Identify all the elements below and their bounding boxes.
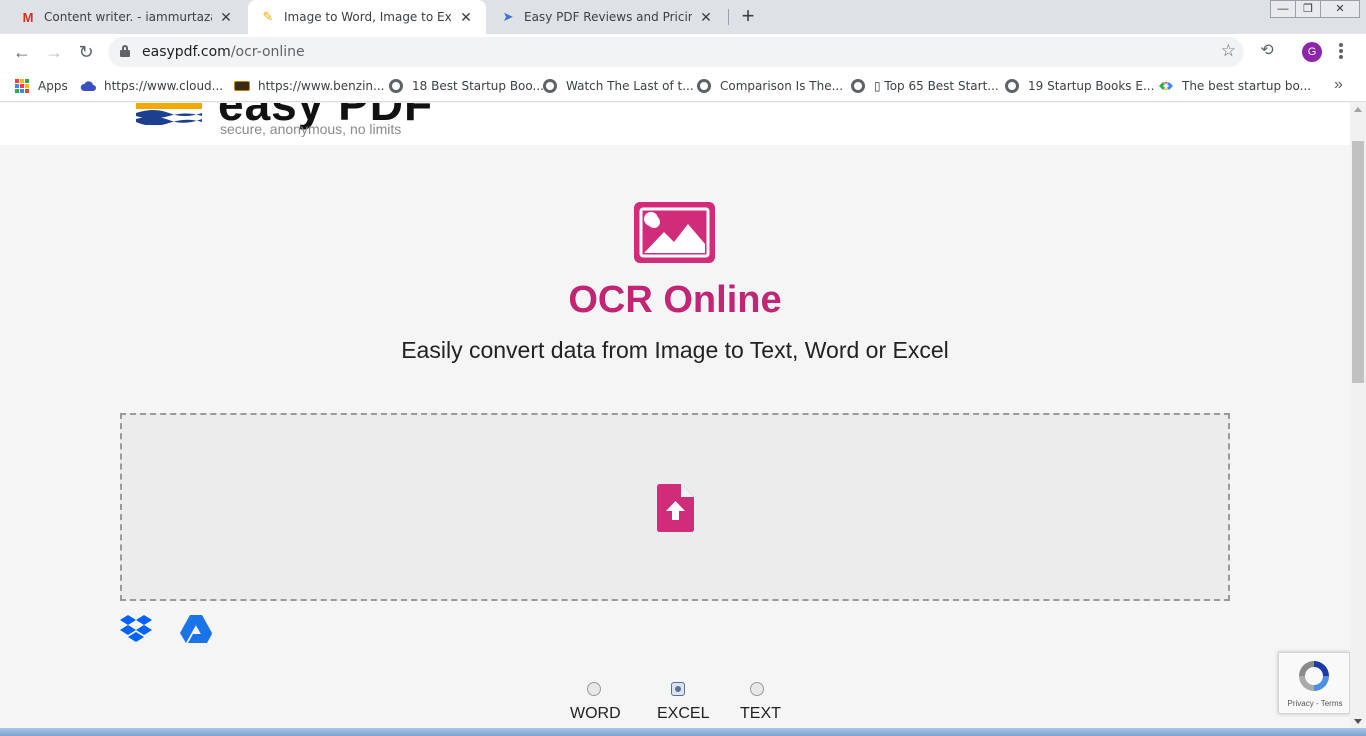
bookmark-star-icon[interactable]: ☆	[1221, 41, 1236, 61]
bookmark-item[interactable]: Comparison Is The...	[696, 77, 843, 95]
tab-gmail[interactable]: M Content writer. - iammurtaza4@g ✕	[8, 0, 246, 34]
bookmark-item[interactable]: Watch The Last of t...	[542, 77, 694, 95]
radio-label-word[interactable]: WORD	[570, 705, 621, 723]
url-domain: easypdf.com	[142, 44, 231, 60]
recaptcha-privacy-terms[interactable]: Privacy - Terms	[1279, 699, 1350, 708]
os-taskbar	[0, 728, 1366, 736]
bookmark-label: Apps	[38, 79, 68, 93]
bookmark-label: https://www.cloud...	[104, 79, 224, 93]
gmail-icon: M	[22, 9, 34, 25]
bookmark-item[interactable]: ▯ Top 65 Best Start...	[850, 77, 999, 95]
bookmark-label: The best startup bo...	[1182, 79, 1312, 93]
bookmark-label: Comparison Is The...	[720, 79, 844, 93]
upload-file-icon[interactable]	[657, 484, 694, 532]
tab-capterra[interactable]: ➤ Easy PDF Reviews and Pricing - 2 ✕	[488, 0, 726, 34]
scroll-thumb[interactable]	[1352, 141, 1364, 383]
close-window-button[interactable]: ✕	[1320, 0, 1360, 18]
radio-excel[interactable]	[671, 682, 685, 696]
forward-button[interactable]: →	[42, 40, 66, 64]
bookmark-label: ▯ Top 65 Best Start...	[874, 79, 999, 93]
bookmark-item[interactable]: 18 Best Startup Boo...	[388, 77, 544, 95]
bookmark-label: 19 Startup Books E...	[1028, 79, 1155, 93]
globe-icon	[850, 78, 866, 94]
menu-dots-icon[interactable]	[1334, 41, 1348, 63]
capterra-icon: ➤	[502, 9, 514, 24]
url-path: /ocr-online	[230, 44, 305, 60]
page-scrollbar[interactable]	[1350, 103, 1366, 728]
site-header: easy PDF secure, anonymous, no limits	[0, 103, 1350, 145]
browser-toolbar: ← → ↻ easypdf.com/ocr-online ☆ ⟲ G	[0, 34, 1366, 70]
profile-avatar[interactable]: G	[1302, 42, 1322, 62]
tab-title: Easy PDF Reviews and Pricing - 2	[524, 10, 692, 24]
globe-icon	[542, 78, 558, 94]
reload-button[interactable]: ↻	[74, 40, 98, 64]
tab-strip: M Content writer. - iammurtaza4@g ✕ ✎ Im…	[0, 0, 1366, 34]
scroll-up-icon[interactable]	[1354, 107, 1362, 112]
easypdf-logo-icon[interactable]	[136, 103, 202, 125]
new-tab-button[interactable]: +	[736, 5, 760, 29]
close-icon[interactable]: ✕	[698, 9, 714, 25]
bookmark-item[interactable]: https://www.cloud...	[80, 77, 223, 95]
recaptcha-badge[interactable]: Privacy - Terms	[1278, 652, 1350, 714]
bookmark-apps[interactable]: Apps	[14, 77, 68, 95]
apps-grid-icon	[14, 78, 30, 94]
lock-icon[interactable]	[120, 45, 130, 57]
diamond-icon	[1158, 78, 1174, 94]
bookmark-item[interactable]: https://www.benzin...	[234, 77, 384, 95]
close-icon[interactable]: ✕	[218, 9, 234, 25]
cloud-icon	[80, 78, 96, 94]
tab-title: Image to Word, Image to Excel, I	[284, 10, 452, 24]
bookmark-label: Watch The Last of t...	[566, 79, 694, 93]
globe-icon	[388, 78, 404, 94]
dropbox-icon[interactable]	[119, 614, 153, 644]
radio-word[interactable]	[587, 682, 601, 696]
bookmark-item[interactable]: 19 Startup Books E...	[1004, 77, 1154, 95]
page-subtitle: Easily convert data from Image to Text, …	[401, 337, 949, 363]
minimize-button[interactable]: —	[1270, 0, 1296, 18]
bookmark-label: https://www.benzin...	[258, 79, 385, 93]
bookmark-item[interactable]: The best startup bo...	[1158, 77, 1311, 95]
tab-easypdf[interactable]: ✎ Image to Word, Image to Excel, I ✕	[248, 0, 486, 34]
back-button[interactable]: ←	[10, 40, 34, 64]
google-drive-icon[interactable]	[179, 614, 213, 644]
bookmark-label: 18 Best Startup Boo...	[412, 79, 544, 93]
close-icon[interactable]: ✕	[458, 9, 474, 25]
radio-label-excel[interactable]: EXCEL	[657, 705, 709, 723]
restore-button[interactable]: ❐	[1295, 0, 1321, 18]
radio-label-text[interactable]: TEXT	[740, 705, 781, 723]
file-dropzone[interactable]	[120, 413, 1230, 601]
page-title: OCR Online	[568, 279, 782, 321]
tagline: secure, anonymous, no limits	[220, 121, 402, 137]
tab-title: Content writer. - iammurtaza4@g	[44, 10, 212, 24]
benzinga-icon	[234, 78, 250, 94]
page-content: easy PDF secure, anonymous, no limits OC…	[0, 103, 1350, 728]
recaptcha-icon	[1299, 661, 1329, 691]
globe-icon	[696, 78, 712, 94]
history-icon[interactable]: ⟲	[1256, 40, 1278, 62]
easypdf-icon: ✎	[262, 9, 274, 24]
globe-icon	[1004, 78, 1020, 94]
tab-separator	[728, 9, 729, 25]
address-bar[interactable]: easypdf.com/ocr-online ☆	[108, 37, 1244, 67]
radio-text[interactable]	[750, 682, 764, 696]
scroll-down-icon[interactable]	[1354, 719, 1362, 724]
bookmarks-bar: Apps https://www.cloud... https://www.be…	[0, 70, 1366, 102]
image-icon	[634, 202, 715, 263]
url-text[interactable]: easypdf.com/ocr-online	[142, 44, 305, 60]
bookmarks-overflow-button[interactable]: »	[1334, 76, 1343, 94]
